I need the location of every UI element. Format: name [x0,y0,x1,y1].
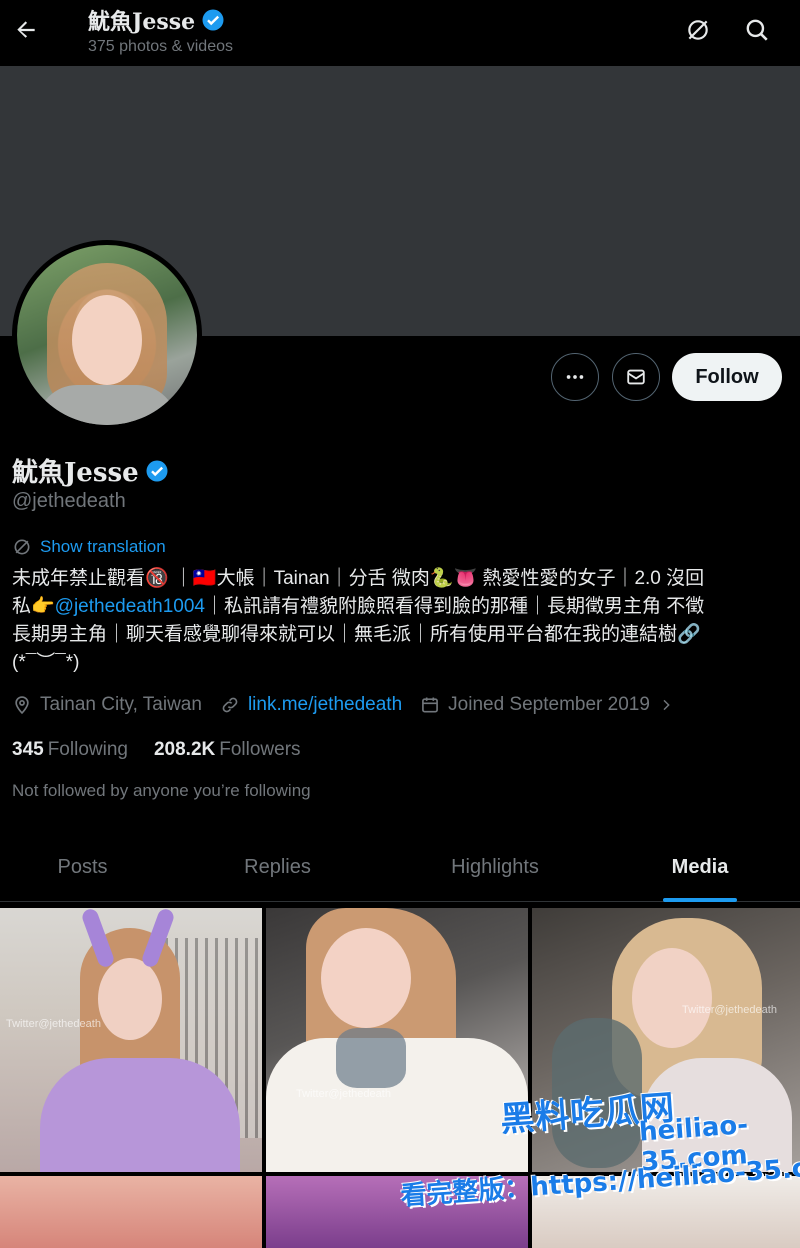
tab-label: Highlights [451,855,539,878]
bio-line: 未成年禁止觀看🔞 ｜🇹🇼大帳｜Tainan｜分舌 微肉🐍👅 熱愛性愛的女子｜2.… [12,568,705,589]
follow-button[interactable]: Follow [672,353,782,401]
show-translation-link[interactable]: Show translation [12,537,166,557]
back-button[interactable] [8,12,44,48]
profile-bio: 未成年禁止觀看🔞 ｜🇹🇼大帳｜Tainan｜分舌 微肉🐍👅 熱愛性愛的女子｜2.… [12,565,782,677]
tab-replies[interactable]: Replies [165,832,390,902]
following-link[interactable]: 345 Following [12,739,128,761]
more-button[interactable] [551,353,599,401]
following-count: 345 [12,739,44,760]
website-item[interactable]: link.me/jethedeath [220,694,402,716]
tab-label: Posts [57,855,108,878]
tab-posts[interactable]: Posts [0,832,165,902]
location-item: Tainan City, Taiwan [12,694,202,716]
arrow-left-icon [17,21,35,38]
tab-highlights[interactable]: Highlights [390,832,600,902]
search-button[interactable] [741,14,773,46]
profile-tabs: Posts Replies Highlights Media [0,832,800,902]
header-title: 魷魚Jesse [88,4,225,36]
verified-badge-icon[interactable] [145,459,169,483]
calendar-icon [422,697,439,713]
joined-item[interactable]: Joined September 2019 [420,694,674,716]
not-followed-notice: Not followed by anyone you’re following [12,781,311,800]
location-text: Tainan City, Taiwan [40,694,202,715]
bio-mention-link[interactable]: @jethedeath1004 [55,596,205,617]
message-button[interactable] [612,353,660,401]
bio-text: ｜私訊請有禮貌附臉照看得到臉的那種｜長期徵男主角 不徵 [204,596,705,617]
grok-button[interactable] [682,14,714,46]
profile-name-text: 魷魚Jesse [12,458,139,488]
search-icon [746,19,768,41]
followers-link[interactable]: 208.2K Followers [154,739,301,761]
more-icon [566,375,584,379]
location-pin-icon [15,696,29,715]
envelope-icon [627,369,645,385]
top-bar: 魷魚Jesse 375 photos & videos [0,0,800,66]
tile-watermark: Twitter@jethedeath [6,1018,101,1030]
bio-line: (*¯︶¯*) [12,652,80,673]
profile-name: 魷魚Jesse [12,452,169,489]
chevron-right-icon [663,699,670,711]
media-tile[interactable]: Twitter@jethedeath [0,908,262,1172]
header-subtitle: 375 photos & videos [88,38,233,55]
joined-text: Joined September 2019 [448,694,650,715]
website-link[interactable]: link.me/jethedeath [248,694,402,716]
active-tab-indicator [663,898,737,902]
tab-label: Media [671,855,729,878]
header-title-text: 魷魚Jesse [88,9,196,35]
tile-watermark: Twitter@jethedeath [296,1088,391,1100]
link-icon [222,697,238,713]
followers-label: Followers [219,739,301,760]
grok-icon [688,20,708,40]
profile-meta: Tainan City, Taiwan link.me/jethedeath J… [12,692,692,718]
tab-label: Replies [244,855,311,878]
avatar[interactable] [12,240,202,430]
profile-handle: @jethedeath [12,490,126,512]
verified-badge-icon [202,9,224,31]
avatar-image [17,245,197,425]
bio-text: 私👉 [12,596,55,617]
tile-watermark: Twitter@jethedeath [682,1004,777,1016]
tab-media[interactable]: Media [600,832,800,902]
bio-line: 私👉@jethedeath1004｜私訊請有禮貌附臉照看得到臉的那種｜長期徵男主… [12,593,782,621]
media-tile[interactable] [0,1176,262,1248]
follow-counts: 345 Following 208.2K Followers [12,739,301,761]
media-tile[interactable]: Twitter@jethedeath [266,908,528,1172]
following-label: Following [47,739,128,760]
show-translation-label: Show translation [40,537,166,556]
followers-count: 208.2K [153,739,216,760]
translate-icon [14,539,30,555]
bio-line: 長期男主角｜聊天看感覺聊得來就可以｜無毛派｜所有使用平台都在我的連結樹🔗 [12,624,701,645]
